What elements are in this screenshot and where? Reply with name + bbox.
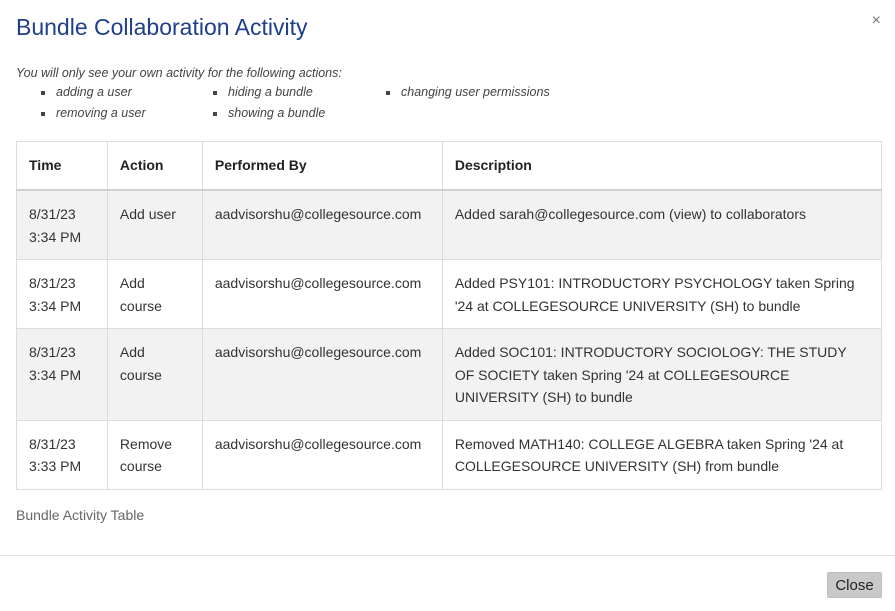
column-header-action: Action [106, 141, 203, 191]
action-item: adding a user [41, 85, 132, 99]
action-text: Add [119, 344, 145, 360]
description-cell: Added PSY101: INTRODUCTORY PSYCHOLOGY ta… [441, 259, 883, 329]
time-text: 3:33 PM [29, 458, 82, 474]
time-text: 3:34 PM [29, 297, 82, 314]
column-header-description: Description [441, 141, 883, 191]
date-text: 8/31/23 [29, 344, 76, 360]
action-text: course [119, 297, 162, 314]
action-item: hiding a bundle [213, 85, 313, 99]
action-list: adding a user removing a user hiding a b… [40, 85, 600, 127]
date-text: 8/31/23 [29, 275, 76, 291]
column-header-performed-by: Performed By [201, 141, 443, 191]
action-cell: Add course [106, 328, 203, 421]
action-item: showing a bundle [212, 106, 326, 120]
action-cell: Add user [106, 189, 203, 260]
time-text: 3:34 PM [29, 366, 82, 383]
performed-by-cell: aadvisorshu@collegesource.com [201, 328, 443, 421]
action-text: course [119, 458, 162, 474]
time-cell: 8/31/23 3:33 PM [16, 419, 108, 490]
close-icon[interactable]: × [872, 13, 881, 29]
column-header-time: Time [16, 141, 108, 191]
time-cell: 8/31/23 3:34 PM [16, 259, 108, 329]
action-text: Remove [119, 435, 173, 452]
action-item: changing user permissions [386, 85, 550, 99]
date-text: 8/31/23 [29, 206, 76, 222]
table-row: 8/31/23 3:34 PM Add course aadvisorshu@col… [16, 259, 883, 329]
action-text: course [119, 366, 162, 383]
activity-table: Time Action Performed By Description 8/3… [16, 141, 883, 490]
performed-by-cell: aadvisorshu@collegesource.com [201, 419, 443, 490]
action-cell: Remove course [106, 419, 203, 490]
close-button[interactable]: Close [827, 572, 882, 598]
time-cell: 8/31/23 3:34 PM [16, 189, 108, 260]
table-row: 8/31/23 3:33 PM Remove course aadvisorshu@… [16, 419, 883, 490]
table-header-row: Time Action Performed By Description [16, 141, 883, 191]
performed-by-cell: aadvisorshu@collegesource.com [201, 189, 443, 260]
action-cell: Add course [106, 259, 203, 329]
action-text: Add user [119, 206, 176, 222]
action-item: removing a user [41, 106, 146, 120]
footer-divider [0, 555, 895, 556]
table-row: 8/31/23 3:34 PM Add course aadvisorshu@col… [16, 328, 883, 421]
activity-note: You will only see your own activity for … [16, 66, 342, 80]
time-cell: 8/31/23 3:34 PM [16, 328, 108, 421]
performed-by-cell: aadvisorshu@collegesource.com [201, 259, 443, 329]
activity-modal: Bundle Collaboration Activity × You will… [0, 0, 895, 611]
time-text: 3:34 PM [29, 228, 82, 245]
table-caption: Bundle Activity Table [16, 507, 145, 523]
description-cell: Added SOC101: INTRODUCTORY SOCIOLOGY: TH… [441, 328, 883, 421]
action-text: Add [119, 275, 145, 291]
date-text: 8/31/23 [29, 435, 76, 452]
description-cell: Added sarah@collegesource.com (view) to … [441, 189, 883, 260]
description-cell: Removed MATH140: COLLEGE ALGEBRA taken S… [441, 419, 883, 490]
modal-title: Bundle Collaboration Activity [16, 14, 308, 40]
table-row: 8/31/23 3:34 PM Add user aadvisorshu@coll… [16, 189, 883, 260]
